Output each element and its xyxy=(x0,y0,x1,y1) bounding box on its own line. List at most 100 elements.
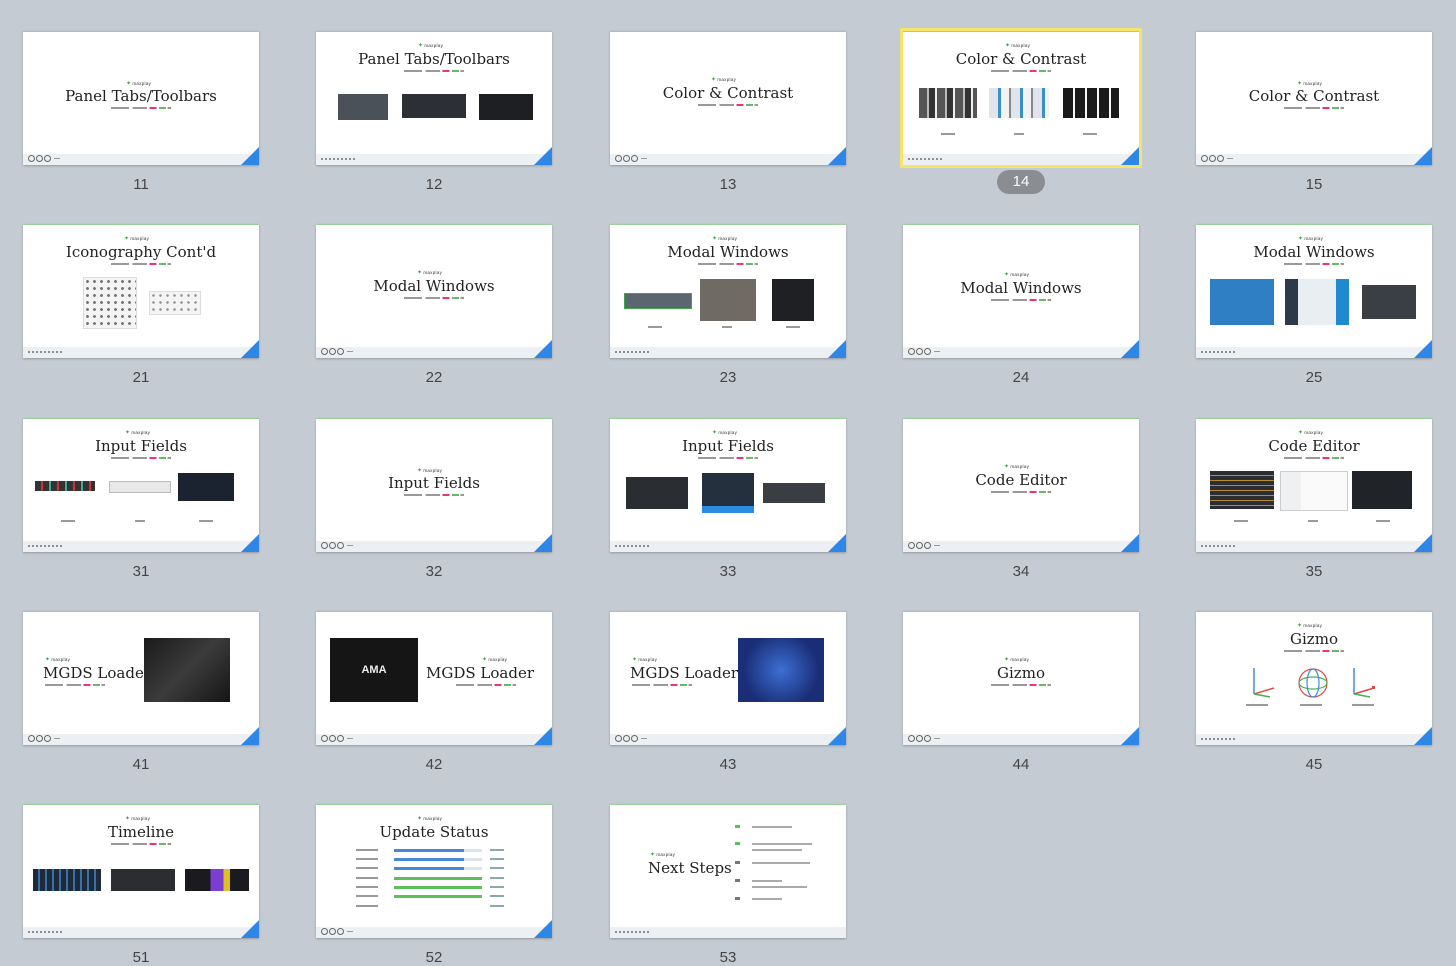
slide-thumbnail-31[interactable]: maxplay Input Fields 31 xyxy=(23,418,259,580)
screenshot-image xyxy=(1285,279,1349,325)
slide-number: 13 xyxy=(719,176,737,193)
screenshot-image xyxy=(919,88,977,118)
slide-thumbnail-12[interactable]: maxplay Panel Tabs/Toolbars 12 xyxy=(316,31,552,193)
slide-canvas: maxplay Panel Tabs/Toolbars xyxy=(23,31,259,165)
brand-rings-icon xyxy=(28,155,60,162)
status-progress-row xyxy=(356,886,504,890)
brand-rings-icon xyxy=(28,735,60,742)
subtitle-line xyxy=(1284,650,1344,652)
slide-thumbnail-43[interactable]: maxplay MGDS Loader 43 xyxy=(610,611,846,773)
slide-thumbnail-11[interactable]: maxplay Panel Tabs/Toolbars 11 xyxy=(23,31,259,193)
brand-logo: maxplay xyxy=(1298,235,1323,242)
slide-thumbnail-41[interactable]: maxplay MGDS Loader 41 xyxy=(23,611,259,773)
slide-canvas: maxplay Color & Contrast xyxy=(1196,31,1432,165)
screenshot-image xyxy=(1352,471,1412,509)
rotate-gizmo-icon xyxy=(1298,668,1328,698)
slide-title: Next Steps xyxy=(648,859,732,877)
slide-title: Input Fields xyxy=(682,437,774,455)
subtitle-line xyxy=(456,684,516,686)
slide-canvas: maxplay Input Fields xyxy=(610,418,846,552)
caption xyxy=(941,133,955,135)
step-line xyxy=(752,880,782,882)
slide-thumbnail-35[interactable]: maxplay Code Editor 35 xyxy=(1196,418,1432,580)
slide-number: 24 xyxy=(1012,369,1030,386)
slide-number: 44 xyxy=(1012,756,1030,773)
brand-logo: maxplay xyxy=(1297,622,1322,629)
slide-thumbnail-13[interactable]: maxplay Color & Contrast 13 xyxy=(610,31,846,193)
slide-canvas: maxplay Color & Contrast xyxy=(610,31,846,165)
brand-logo: maxplay xyxy=(124,235,149,242)
slide-thumbnail-25[interactable]: maxplay Modal Windows 25 xyxy=(1196,224,1432,386)
slide-thumbnail-24[interactable]: maxplay Modal Windows 24 xyxy=(903,224,1139,386)
brand-logo: maxplay xyxy=(45,656,70,663)
footer-text xyxy=(908,158,942,162)
slide-thumbnail-53[interactable]: maxplay Next Steps 53 xyxy=(610,804,846,966)
slide-thumbnail-42[interactable]: AMA maxplay MGDS Loader 42 xyxy=(316,611,552,773)
screenshot-image xyxy=(700,279,756,321)
corner-accent-icon xyxy=(241,340,259,358)
caption xyxy=(1300,704,1322,706)
step-marker xyxy=(735,897,740,900)
subtitle-line xyxy=(111,107,171,109)
slide-thumbnail-21[interactable]: maxplay Iconography Cont'd 21 xyxy=(23,224,259,386)
subtitle-line xyxy=(698,104,758,106)
slide-thumbnail-23[interactable]: maxplay Modal Windows 23 xyxy=(610,224,846,386)
slide-number: 22 xyxy=(425,369,443,386)
slide-thumbnail-15[interactable]: maxplay Color & Contrast 15 xyxy=(1196,31,1432,193)
slide-canvas: maxplay Code Editor xyxy=(903,418,1139,552)
brand-logo: maxplay xyxy=(417,815,442,822)
slide-title: Modal Windows xyxy=(373,277,495,295)
slide-thumbnail-51[interactable]: maxplay Timeline 51 xyxy=(23,804,259,966)
slide-canvas: maxplay Input Fields xyxy=(23,418,259,552)
brand-logo: maxplay xyxy=(1004,271,1029,278)
brand-logo: maxplay xyxy=(711,76,736,83)
slide-title: Timeline xyxy=(107,823,175,841)
caption xyxy=(1376,520,1390,522)
slide-title: Modal Windows xyxy=(960,279,1082,297)
slide-number: 33 xyxy=(719,563,737,580)
caption xyxy=(786,326,800,328)
status-progress-row xyxy=(356,858,504,862)
icon-grid-image xyxy=(149,291,201,315)
slide-thumbnail-44[interactable]: maxplay Gizmo 44 xyxy=(903,611,1139,773)
corner-accent-icon xyxy=(534,340,552,358)
slide-thumbnail-34[interactable]: maxplay Code Editor 34 xyxy=(903,418,1139,580)
screenshot-image xyxy=(1362,285,1416,319)
screenshot-image xyxy=(109,481,171,493)
slide-title: MGDS Loader xyxy=(630,664,738,682)
subtitle-line xyxy=(111,457,171,459)
slide-thumbnail-52[interactable]: maxplay Update Status 52 xyxy=(316,804,552,966)
brand-logo: maxplay xyxy=(125,815,150,822)
slide-thumbnail-14[interactable]: maxplay Color & Contrast 14 xyxy=(900,28,1142,194)
brand-logo: maxplay xyxy=(650,851,675,858)
slide-thumbnail-22[interactable]: maxplay Modal Windows 22 xyxy=(316,224,552,386)
step-line xyxy=(752,862,810,864)
screenshot-image xyxy=(111,869,175,891)
brand-rings-icon xyxy=(321,348,353,355)
slide-title: MGDS Loader xyxy=(426,664,534,682)
status-progress-row xyxy=(356,877,504,881)
slide-title: Input Fields xyxy=(95,437,187,455)
brand-logo: maxplay xyxy=(1004,463,1029,470)
caption xyxy=(1352,704,1374,706)
corner-accent-icon xyxy=(534,727,552,745)
subtitle-line xyxy=(111,843,171,845)
subtitle-line xyxy=(404,494,464,496)
slide-canvas: maxplay Next Steps xyxy=(610,804,846,938)
brand-logo: maxplay xyxy=(712,429,737,436)
brand-logo: maxplay xyxy=(632,656,657,663)
slide-canvas: maxplay Modal Windows xyxy=(903,224,1139,358)
corner-accent-icon xyxy=(828,727,846,745)
slide-thumbnail-32[interactable]: maxplay Input Fields 32 xyxy=(316,418,552,580)
status-progress-row xyxy=(356,905,504,909)
slide-canvas: maxplay MGDS Loader xyxy=(23,611,259,745)
slide-thumbnail-33[interactable]: maxplay Input Fields 33 xyxy=(610,418,846,580)
slide-canvas: maxplay MGDS Loader xyxy=(610,611,846,745)
slide-number: 34 xyxy=(1012,563,1030,580)
slide-number: 53 xyxy=(719,949,737,966)
slide-number: 12 xyxy=(425,176,443,193)
step-line xyxy=(752,886,807,888)
brand-rings-icon xyxy=(321,542,353,549)
slide-thumbnail-45[interactable]: maxplay Gizmo 45 xyxy=(1196,611,1432,773)
screenshot-image xyxy=(338,94,388,120)
